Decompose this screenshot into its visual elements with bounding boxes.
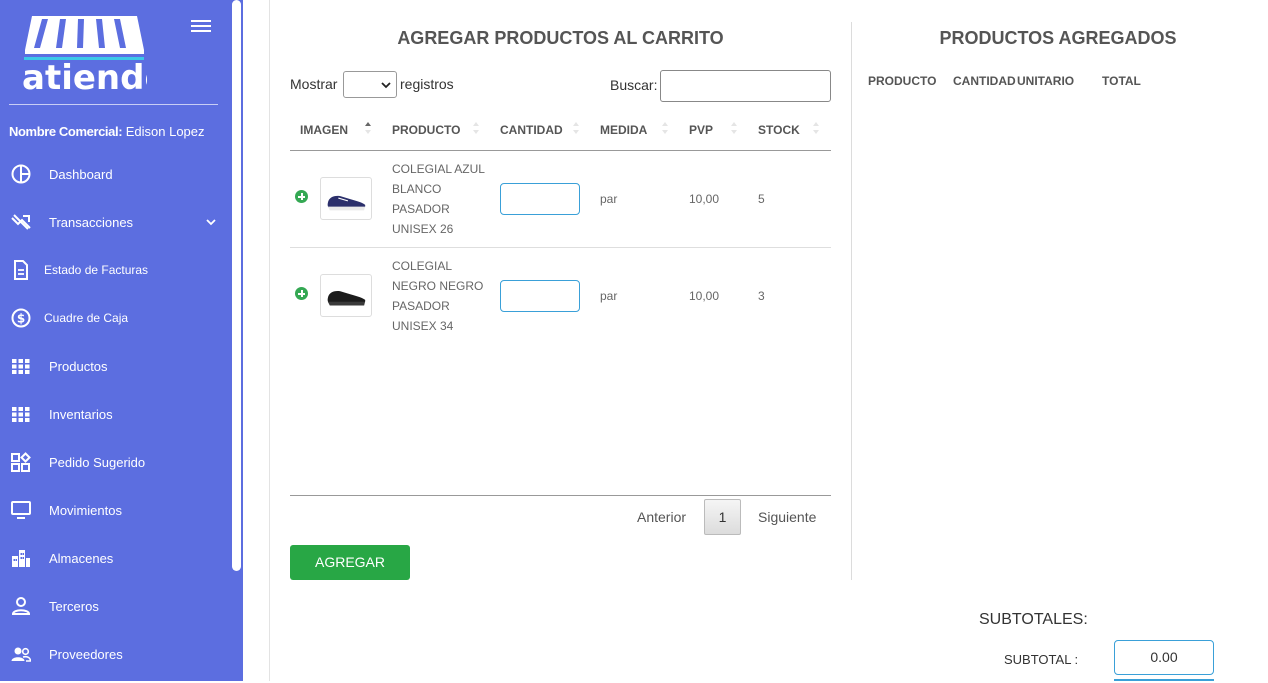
widgets-icon: [11, 452, 31, 472]
sort-icon[interactable]: [573, 121, 579, 135]
added-products-title: PRODUCTOS AGREGADOS: [939, 28, 1177, 48]
column-header-producto[interactable]: PRODUCTO: [392, 123, 460, 137]
sidebar-item-label: Productos: [49, 358, 108, 374]
merchant-name: Edison Lopez: [122, 124, 205, 139]
panel-divider: [851, 22, 852, 580]
add-row-icon[interactable]: [295, 190, 308, 203]
sidebar: atiendo Nombre Comercial: Edison Lopez D…: [0, 0, 243, 681]
add-row-icon[interactable]: [295, 287, 308, 300]
document-icon: [14, 260, 28, 280]
sidebar-item-label: Terceros: [49, 598, 99, 614]
stock-cell: 3: [758, 289, 765, 303]
svg-text:$: $: [17, 312, 25, 326]
cart-column-unitario: UNITARIO: [1017, 74, 1075, 88]
sidebar-item-pedido-sugerido[interactable]: Pedido Sugerido: [0, 442, 232, 482]
sidebar-item-terceros[interactable]: Terceros: [0, 586, 232, 626]
sidebar-item-transacciones[interactable]: Transacciones: [0, 202, 232, 242]
cart-column-total: TOTAL: [1102, 74, 1141, 88]
sidebar-item-estado-facturas[interactable]: Estado de Facturas: [0, 250, 232, 290]
dollar-circle-icon: $: [11, 308, 31, 328]
product-name: COLEGIAL NEGRO NEGRO PASADOR UNISEX 34: [392, 259, 484, 333]
table-header-border: [290, 150, 831, 151]
sidebar-item-almacenes[interactable]: Almacenes: [0, 538, 232, 578]
sidebar-divider: [9, 104, 218, 105]
monitor-icon: [11, 501, 31, 519]
product-image: [320, 274, 372, 317]
sidebar-item-label: Estado de Facturas: [44, 263, 149, 277]
add-products-title: AGREGAR PRODUCTOS AL CARRITO: [397, 28, 724, 48]
person-icon: [11, 597, 31, 615]
column-header-imagen[interactable]: IMAGEN: [300, 123, 348, 137]
quantity-input[interactable]: [500, 183, 580, 215]
sidebar-item-label: Dashboard: [49, 166, 113, 182]
sort-icon[interactable]: [731, 121, 737, 135]
sidebar-item-cuadre-caja[interactable]: $ Cuadre de Caja: [0, 298, 232, 338]
sidebar-item-label: Movimientos: [49, 502, 122, 518]
sidebar-item-dashboard[interactable]: Dashboard: [0, 154, 232, 194]
grid-icon: [12, 407, 30, 422]
pagination-page[interactable]: 1: [704, 499, 741, 535]
pagination-previous[interactable]: Anterior: [637, 509, 686, 525]
sort-icon[interactable]: [813, 121, 819, 135]
sidebar-item-label: Inventarios: [49, 406, 113, 422]
merchant-label: Nombre Comercial:: [9, 124, 123, 139]
sort-asc-icon[interactable]: [365, 121, 371, 135]
search-input[interactable]: [660, 70, 831, 102]
column-header-pvp[interactable]: PVP: [689, 123, 713, 137]
pagination-next[interactable]: Siguiente: [758, 509, 816, 525]
grid-icon: [12, 359, 30, 374]
buildings-icon: [12, 550, 30, 567]
people-icon: [11, 647, 31, 662]
show-entries-select[interactable]: [343, 71, 397, 98]
transactions-icon: [11, 214, 31, 230]
next-total-field[interactable]: [1114, 679, 1214, 683]
measure-cell: par: [600, 192, 618, 206]
chevron-down-icon: [206, 219, 216, 226]
cart-column-producto: PRODUCTO: [868, 74, 937, 88]
atiendo-logo: atiendo: [22, 16, 147, 94]
sidebar-item-inventarios[interactable]: Inventarios: [0, 394, 232, 434]
stock-cell: 5: [758, 192, 765, 206]
sidebar-item-productos[interactable]: Productos: [0, 346, 232, 386]
sort-icon[interactable]: [662, 121, 668, 135]
sort-icon[interactable]: [473, 121, 479, 135]
menu-toggle-icon[interactable]: [191, 20, 211, 34]
subtotals-heading: SUBTOTALES:: [979, 611, 1088, 628]
product-image: [320, 177, 372, 220]
sidebar-item-label: Transacciones: [49, 214, 134, 230]
sidebar-item-movimientos[interactable]: Movimientos: [0, 490, 232, 530]
column-header-medida[interactable]: MEDIDA: [600, 123, 647, 137]
quantity-input[interactable]: [500, 280, 580, 312]
column-header-cantidad[interactable]: CANTIDAD: [500, 123, 563, 137]
sidebar-item-label: Cuadre de Caja: [44, 311, 129, 325]
sidebar-item-label: Pedido Sugerido: [49, 454, 146, 470]
add-to-cart-button[interactable]: AGREGAR: [290, 545, 410, 580]
cart-column-cantidad: CANTIDAD: [953, 74, 1016, 88]
pie-chart-icon: [11, 164, 31, 184]
sidebar-item-label: Proveedores: [49, 646, 123, 662]
subtotal-field[interactable]: 0.00: [1114, 640, 1214, 675]
sidebar-item-label: Almacenes: [49, 550, 114, 566]
row-divider: [290, 247, 831, 248]
sidebar-item-proveedores[interactable]: Proveedores: [0, 634, 232, 674]
search-label: Buscar:: [610, 77, 658, 93]
content-border: [269, 0, 270, 681]
product-name: COLEGIAL AZUL BLANCO PASADOR UNISEX 26: [392, 162, 485, 236]
show-entries-label: Mostrar: [290, 76, 338, 92]
merchant-info: Nombre Comercial: Edison Lopez: [9, 124, 205, 139]
logo-wordmark: atiendo: [22, 58, 147, 94]
sidebar-scrollbar[interactable]: [232, 0, 241, 571]
measure-cell: par: [600, 289, 618, 303]
price-cell: 10,00: [689, 192, 720, 206]
chevron-down-icon: [381, 82, 391, 89]
table-footer-border: [290, 495, 831, 496]
subtotal-label: SUBTOTAL :: [1004, 652, 1079, 667]
show-entries-suffix: registros: [400, 76, 454, 92]
price-cell: 10,00: [689, 289, 720, 303]
column-header-stock[interactable]: STOCK: [758, 123, 800, 137]
